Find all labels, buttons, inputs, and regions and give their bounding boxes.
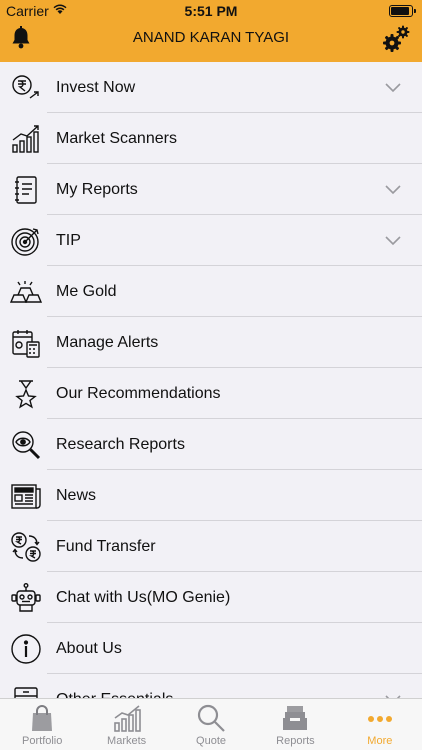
header-bar: ANAND KARAN TYAGI [0,22,422,62]
menu-item-chat-with-us[interactable]: Chat with Us(MO Genie) [0,572,422,623]
menu-item-label: My Reports [56,180,138,198]
shopping-bag-icon [26,703,58,733]
tab-label: Reports [276,735,315,747]
tab-quote[interactable]: Quote [169,699,253,750]
rupee-transfer-icon [9,530,43,564]
menu-item-label: About Us [56,639,122,657]
gold-bars-icon [9,275,43,309]
menu-item-news[interactable]: News [0,470,422,521]
chevron-down-icon[interactable] [384,82,402,94]
menu-item-label: Research Reports [56,435,185,453]
drawer-icon [9,683,43,699]
menu-item-label: Me Gold [56,282,117,300]
info-icon [9,632,43,666]
tab-markets[interactable]: Markets [84,699,168,750]
menu-item-my-reports[interactable]: My Reports [0,164,422,215]
tab-more[interactable]: More [338,699,422,750]
menu-item-about-us[interactable]: About Us [0,623,422,674]
magnifier-eye-icon [9,428,43,462]
menu-item-me-gold[interactable]: Me Gold [0,266,422,317]
menu-item-our-recommendations[interactable]: Our Recommendations [0,368,422,419]
tab-label: More [367,735,393,747]
menu-item-label: Market Scanners [56,129,177,147]
tab-reports[interactable]: Reports [253,699,337,750]
hourglass-star-icon [9,377,43,411]
inbox-icon [279,703,311,733]
menu-item-label: Chat with Us(MO Genie) [56,588,231,606]
menu-item-label: News [56,486,97,504]
target-icon [9,224,43,258]
page-title: ANAND KARAN TYAGI [132,29,290,46]
menu-item-label: Our Recommendations [56,384,221,402]
chart-icon [111,703,143,733]
more-dots-icon [364,703,396,733]
clock: 5:51 PM [184,3,238,19]
battery-icon [389,5,416,17]
newspaper-icon [9,479,43,513]
chevron-down-icon[interactable] [384,235,402,247]
report-book-icon [9,173,43,207]
menu-item-fund-transfer[interactable]: Fund Transfer [0,521,422,572]
settings-gears-icon[interactable] [382,24,412,54]
menu-item-invest-now[interactable]: Invest Now [0,62,422,113]
menu-item-market-scanners[interactable]: Market Scanners [0,113,422,164]
menu-item-tip[interactable]: TIP [0,215,422,266]
status-bar: Carrier 5:51 PM [0,0,422,22]
more-menu-list: Invest Now Market Scanners My Reports TI… [0,62,422,699]
chevron-down-icon[interactable] [384,184,402,196]
rupee-invest-icon [9,71,43,105]
tab-label: Quote [196,735,226,747]
menu-item-label: TIP [56,231,81,249]
menu-item-label: Fund Transfer [56,537,156,555]
menu-item-label: Manage Alerts [56,333,159,351]
menu-item-label: Invest Now [56,78,136,96]
menu-item-manage-alerts[interactable]: Manage Alerts [0,317,422,368]
bottom-tab-bar: Portfolio Markets Quote Reports More [0,698,422,750]
tab-label: Markets [107,735,147,747]
tab-portfolio[interactable]: Portfolio [0,699,84,750]
menu-item-other-essentials[interactable]: Other Essentials [0,674,422,699]
calendar-calculator-icon [9,326,43,360]
search-icon [195,703,227,733]
robot-icon [9,581,43,615]
tab-label: Portfolio [22,735,63,747]
menu-item-research-reports[interactable]: Research Reports [0,419,422,470]
bar-chart-trend-icon [9,122,43,156]
